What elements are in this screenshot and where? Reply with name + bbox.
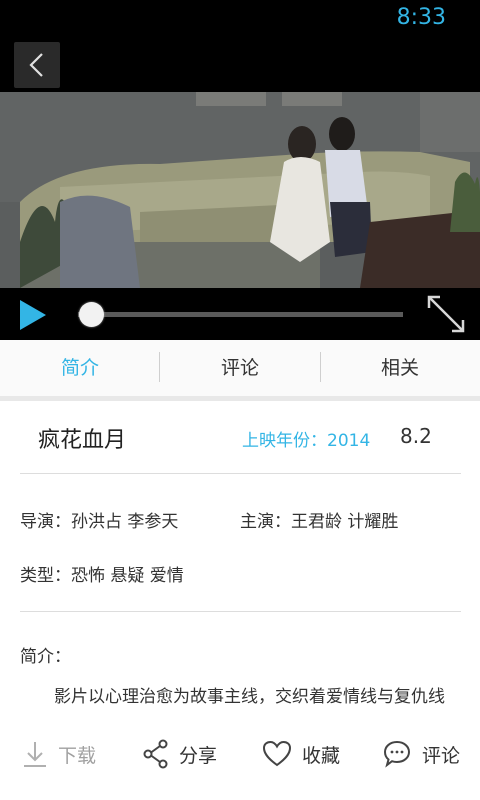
status-time: 8:33 [396,5,446,30]
seek-bar[interactable] [78,312,403,317]
tab-bar: 简介 评论 相关 [0,340,480,396]
download-icon [24,742,46,767]
comment-button[interactable]: 评论 [382,734,460,774]
tab-related[interactable]: 相关 [320,340,480,396]
share-icon [143,739,168,769]
download-button[interactable]: 下载 [22,734,96,774]
divider [20,611,461,612]
chevron-left-icon [29,53,43,77]
tab-comments[interactable]: 评论 [160,340,320,396]
video-frame[interactable] [0,92,480,288]
status-bar: 8:33 [0,0,480,40]
genre-info: 类型：恐怖 悬疑 爱情 [20,566,184,586]
back-button[interactable] [14,42,60,88]
top-bar [0,40,480,92]
comment-icon [383,740,411,768]
cast-info: 主演：王君龄 计耀胜 [240,512,399,532]
divider [20,473,461,474]
seek-thumb[interactable] [79,302,104,327]
favorite-label: 收藏 [302,744,341,767]
bottom-action-bar: 下载 分享 收藏 评论 [0,712,480,800]
tab-intro[interactable]: 简介 [0,340,160,396]
director-info: 导演：孙洪占 李参天 [20,512,179,532]
player-controls [0,288,480,340]
release-year: 上映年份：2014 [242,431,371,451]
share-label: 分享 [179,744,218,767]
movie-rating: 8.2 [400,424,432,448]
video-still [0,92,480,288]
download-label: 下载 [58,744,97,767]
favorite-button[interactable]: 收藏 [262,734,340,774]
synopsis-heading: 简介： [20,647,71,667]
synopsis-text: 影片以心理治愈为故事主线，交织着爱情线与复仇线 [54,687,445,707]
heart-icon [262,740,292,767]
play-icon[interactable] [18,299,48,331]
section-divider [0,396,480,401]
comment-label: 评论 [422,744,461,767]
fullscreen-icon[interactable] [426,294,466,334]
movie-title: 疯花血月 [38,428,127,453]
share-button[interactable]: 分享 [143,734,217,774]
